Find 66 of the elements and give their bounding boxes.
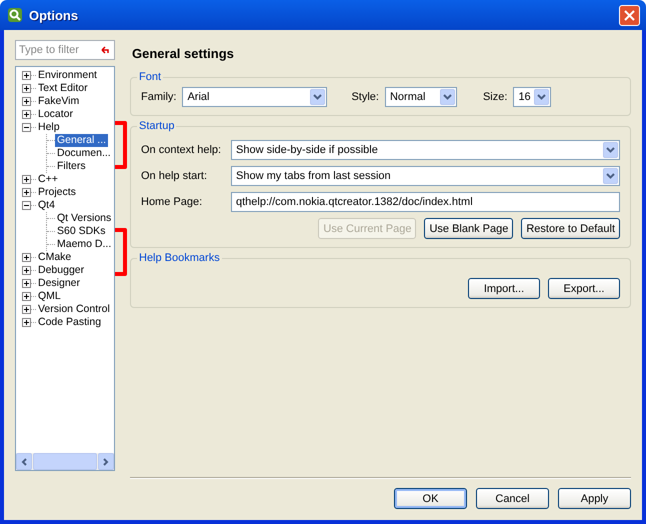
group-title: Help Bookmarks xyxy=(138,252,221,264)
page-title: General settings xyxy=(132,46,235,61)
dropdown[interactable]: Normal xyxy=(384,87,457,107)
window-title: Options xyxy=(29,8,80,22)
expand-icon[interactable] xyxy=(22,318,31,327)
tree-item[interactable]: Designer xyxy=(36,277,82,290)
group-title: Startup xyxy=(138,120,176,132)
tree-item[interactable]: General ... xyxy=(55,134,108,147)
expand-icon[interactable] xyxy=(22,97,31,106)
home-page-field[interactable]: qthelp://com.nokia.qtcreator.1382/doc/index.html xyxy=(231,192,620,212)
tree-item[interactable]: Projects xyxy=(36,186,78,199)
expand-icon[interactable] xyxy=(22,292,31,301)
tree-item[interactable]: QML xyxy=(36,290,63,303)
app-logo-icon xyxy=(7,7,23,23)
dropdown[interactable]: Show side-by-side if possible xyxy=(231,140,620,160)
dialog-button[interactable]: Cancel xyxy=(476,488,549,509)
action-button[interactable]: Restore to Default xyxy=(521,218,620,239)
group-title: Font xyxy=(138,71,162,83)
expand-icon[interactable] xyxy=(22,266,31,275)
collapse-icon[interactable] xyxy=(22,123,31,132)
expand-icon[interactable] xyxy=(22,188,31,197)
tree-item[interactable]: Qt4 xyxy=(36,199,57,212)
field-label: Style: xyxy=(351,91,379,103)
annotation-bracket-drawing xyxy=(114,227,128,277)
expand-icon[interactable] xyxy=(22,253,31,262)
annotation-bracket-drawing xyxy=(114,120,128,170)
tree-item[interactable]: Locator xyxy=(36,108,76,121)
tree-item[interactable]: Text Editor xyxy=(36,82,90,95)
expand-icon[interactable] xyxy=(22,175,31,184)
tree-item[interactable]: CMake xyxy=(36,251,74,264)
tree-item[interactable]: Maemo D... xyxy=(55,238,114,251)
expand-icon[interactable] xyxy=(22,84,31,93)
tree-item[interactable]: Qt Versions xyxy=(55,212,114,225)
horizontal-scrollbar[interactable] xyxy=(16,453,114,470)
expand-icon[interactable] xyxy=(22,71,31,80)
collapse-icon[interactable] xyxy=(22,201,31,210)
field-label: Size: xyxy=(482,91,508,103)
tree-item[interactable]: Filters xyxy=(55,160,88,173)
field-label: On help start: xyxy=(141,170,208,182)
dropdown[interactable]: Arial xyxy=(182,87,328,107)
dialog-button[interactable]: OK xyxy=(394,488,467,509)
tree-item[interactable]: Version Control xyxy=(36,303,112,316)
close-button[interactable] xyxy=(619,4,640,26)
tree-item[interactable]: FakeVim xyxy=(36,95,82,108)
filter-field[interactable]: Type to filter xyxy=(15,40,115,60)
tree-item[interactable]: Code Pasting xyxy=(36,316,104,329)
expand-icon[interactable] xyxy=(22,279,31,288)
tree-item[interactable]: S60 SDKs xyxy=(55,225,108,238)
action-button[interactable]: Import... xyxy=(468,278,540,299)
field-label: Home Page: xyxy=(141,196,204,208)
clear-icon[interactable] xyxy=(101,46,110,54)
field-label: On context help: xyxy=(141,144,222,156)
expand-icon[interactable] xyxy=(22,305,31,314)
tree-item[interactable]: Environment xyxy=(36,69,99,82)
tree-item[interactable]: Debugger xyxy=(36,264,86,277)
field-label: Family: xyxy=(141,91,176,103)
tree-item[interactable]: C++ xyxy=(36,173,60,186)
action-button[interactable]: Use Blank Page xyxy=(424,218,514,239)
tree-item[interactable]: Documen... xyxy=(55,147,113,160)
tree-item[interactable]: Help xyxy=(36,121,62,134)
dropdown[interactable]: 16 xyxy=(513,87,552,107)
expand-icon[interactable] xyxy=(22,110,31,119)
dialog-button[interactable]: Apply xyxy=(558,488,631,509)
close-icon xyxy=(624,10,635,20)
action-button[interactable]: Export... xyxy=(548,278,620,299)
dropdown[interactable]: Show my tabs from last session xyxy=(231,166,620,186)
